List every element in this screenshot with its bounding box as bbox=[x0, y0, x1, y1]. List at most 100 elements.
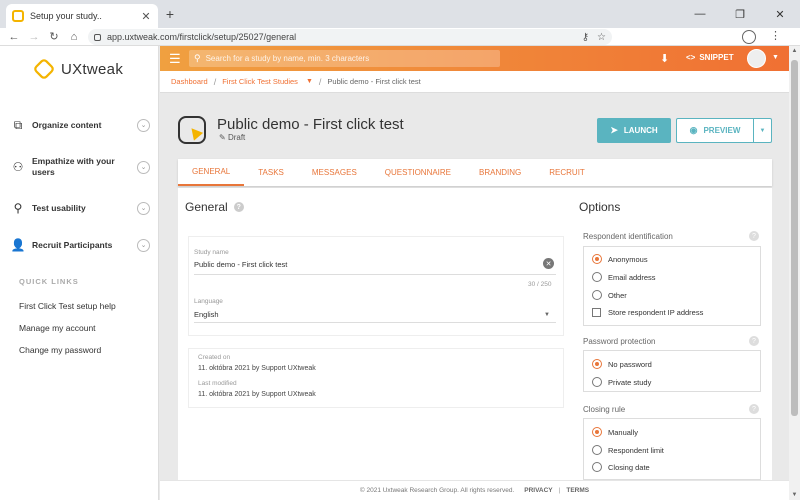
radio-label: Other bbox=[608, 290, 627, 300]
study-meta-card bbox=[188, 348, 564, 408]
help-icon[interactable]: ? bbox=[749, 231, 759, 241]
help-icon[interactable]: ? bbox=[749, 336, 759, 346]
chevron-down-icon[interactable]: ⌄ bbox=[137, 201, 150, 215]
radio-label: No password bbox=[608, 359, 652, 369]
sidebar-item-empathize[interactable]: ⚇ Empathize with your users ⌄ bbox=[10, 156, 150, 178]
breadcrumb: Dashboard / First Click Test Studies ▼ /… bbox=[160, 71, 789, 93]
tab-messages[interactable]: MESSAGES bbox=[298, 159, 371, 186]
preview-button[interactable]: ◉ PREVIEW ▼ bbox=[676, 118, 772, 143]
general-title: General bbox=[185, 200, 228, 214]
sidebar-item-organize-content[interactable]: ⧉ Organize content ⌄ bbox=[10, 118, 150, 132]
key-icon[interactable]: ⚷ bbox=[582, 32, 589, 43]
pencil-icon: ✎ bbox=[219, 133, 226, 142]
radio-manually[interactable]: Manually bbox=[592, 427, 638, 437]
help-icon[interactable]: ? bbox=[749, 404, 759, 414]
radio-button[interactable] bbox=[592, 272, 602, 282]
launch-label: LAUNCH bbox=[623, 126, 658, 135]
browser-menu-icon[interactable]: ⋮ bbox=[770, 29, 781, 42]
help-icon[interactable]: ? bbox=[233, 202, 244, 212]
radio-private-study[interactable]: Private study bbox=[592, 377, 651, 387]
reload-icon[interactable]: ↻ bbox=[44, 30, 64, 43]
radio-button[interactable] bbox=[592, 462, 602, 472]
chevron-down-icon[interactable]: ⌄ bbox=[137, 118, 150, 132]
tab-recruit[interactable]: RECRUIT bbox=[535, 159, 599, 186]
scroll-down-arrow-icon[interactable]: ▼ bbox=[789, 492, 800, 498]
tab-branding[interactable]: BRANDING bbox=[465, 159, 535, 186]
radio-button[interactable] bbox=[592, 254, 602, 264]
tab-general[interactable]: GENERAL bbox=[178, 159, 245, 186]
page-scrollbar[interactable]: ▲ ▼ bbox=[789, 46, 800, 500]
sidebar-item-recruit-participants[interactable]: 👤 Recruit Participants ⌄ bbox=[10, 238, 150, 252]
radio-anonymous[interactable]: Anonymous bbox=[592, 254, 648, 264]
url-text[interactable]: app.uxtweak.com/firstclick/setup/25027/g… bbox=[107, 32, 574, 42]
close-tab-icon[interactable]: ✕ bbox=[140, 10, 152, 23]
store-ip-checkbox-row[interactable]: Store respondent IP address bbox=[592, 308, 703, 317]
radio-closing-date[interactable]: Closing date bbox=[592, 462, 650, 472]
persona-icon: ⚇ bbox=[12, 160, 24, 174]
browser-tab[interactable]: Setup your study.. ✕ bbox=[6, 4, 158, 28]
study-name-field[interactable]: Public demo - First click test bbox=[194, 260, 287, 269]
scroll-up-arrow-icon[interactable]: ▲ bbox=[789, 48, 800, 54]
launch-button[interactable]: ➤ LAUNCH bbox=[597, 118, 671, 143]
language-underline bbox=[194, 322, 556, 323]
clear-icon[interactable]: ✕ bbox=[543, 258, 554, 269]
snippet-button[interactable]: <> SNIPPET bbox=[686, 53, 734, 62]
star-icon[interactable]: ☆ bbox=[597, 32, 606, 43]
study-name-label: Study name bbox=[194, 249, 229, 256]
caret-down-icon[interactable]: ▼ bbox=[772, 54, 779, 61]
profile-icon[interactable] bbox=[742, 30, 756, 44]
quick-link-manage-account[interactable]: Manage my account bbox=[19, 323, 96, 333]
browser-toolbar: ← → ↻ ⌂ app.uxtweak.com/firstclick/setup… bbox=[0, 28, 800, 46]
maximize-button[interactable]: ❐ bbox=[720, 0, 760, 28]
store-ip-checkbox[interactable] bbox=[592, 308, 601, 317]
window-controls: — ❐ ✕ bbox=[680, 0, 800, 28]
preview-dropdown-toggle[interactable]: ▼ bbox=[753, 119, 771, 142]
quick-link-setup-help[interactable]: First Click Test setup help bbox=[19, 301, 116, 311]
preview-main[interactable]: ◉ PREVIEW bbox=[677, 125, 753, 136]
breadcrumb-separator: / bbox=[213, 76, 217, 87]
created-value: 11. októbra 2021 by Support UXtweak bbox=[198, 365, 316, 372]
radio-label: Closing date bbox=[608, 462, 650, 472]
search-icon: ⚲ bbox=[194, 53, 201, 63]
tab-tasks[interactable]: TASKS bbox=[244, 159, 298, 186]
radio-button[interactable] bbox=[592, 445, 602, 455]
breadcrumb-studies[interactable]: First Click Test Studies bbox=[222, 77, 298, 86]
snippet-label: SNIPPET bbox=[699, 53, 734, 62]
avatar[interactable] bbox=[747, 49, 766, 68]
radio-email-address[interactable]: Email address bbox=[592, 272, 656, 282]
uxtweak-logo[interactable]: UXtweak bbox=[32, 57, 123, 81]
privacy-link[interactable]: PRIVACY bbox=[524, 487, 552, 494]
radio-button[interactable] bbox=[592, 290, 602, 300]
terms-link[interactable]: TERMS bbox=[566, 487, 589, 494]
radio-button[interactable] bbox=[592, 377, 602, 387]
status-label: Draft bbox=[227, 133, 246, 142]
scrollbar-thumb[interactable] bbox=[791, 60, 798, 416]
quick-link-change-password[interactable]: Change my password bbox=[19, 345, 101, 355]
caret-down-icon[interactable]: ▼ bbox=[544, 312, 550, 318]
tab-questionnaire[interactable]: QUESTIONNAIRE bbox=[371, 159, 465, 186]
forward-arrow-icon[interactable]: → bbox=[24, 31, 44, 43]
language-select[interactable]: English bbox=[194, 310, 219, 319]
eye-icon: ◉ bbox=[689, 125, 698, 135]
address-bar[interactable]: app.uxtweak.com/firstclick/setup/25027/g… bbox=[88, 29, 612, 45]
sidebar-item-test-usability[interactable]: ⚲ Test usability ⌄ bbox=[10, 201, 150, 215]
minimize-button[interactable]: — bbox=[680, 0, 720, 28]
radio-respondent-limit[interactable]: Respondent limit bbox=[592, 445, 664, 455]
chevron-down-icon[interactable]: ⌄ bbox=[137, 160, 150, 174]
home-icon[interactable]: ⌂ bbox=[64, 31, 84, 43]
radio-label: Manually bbox=[608, 427, 639, 437]
radio-other[interactable]: Other bbox=[592, 290, 627, 300]
radio-no-password[interactable]: No password bbox=[592, 359, 652, 369]
close-window-button[interactable]: ✕ bbox=[760, 0, 800, 28]
download-icon[interactable]: ⬇ bbox=[660, 52, 669, 65]
page-footer: © 2021 Uxtweak Research Group. All right… bbox=[160, 480, 789, 500]
breadcrumb-dashboard[interactable]: Dashboard bbox=[171, 77, 208, 86]
back-arrow-icon[interactable]: ← bbox=[4, 31, 24, 43]
caret-down-icon[interactable]: ▼ bbox=[306, 78, 313, 85]
new-tab-button[interactable]: + bbox=[162, 6, 178, 22]
chevron-down-icon[interactable]: ⌄ bbox=[137, 238, 150, 252]
radio-button[interactable] bbox=[592, 359, 602, 369]
hamburger-menu-icon[interactable]: ☰ bbox=[169, 51, 185, 67]
study-search-input[interactable]: ⚲ Search for a study by name, min. 3 cha… bbox=[189, 50, 500, 67]
radio-button[interactable] bbox=[592, 427, 602, 437]
